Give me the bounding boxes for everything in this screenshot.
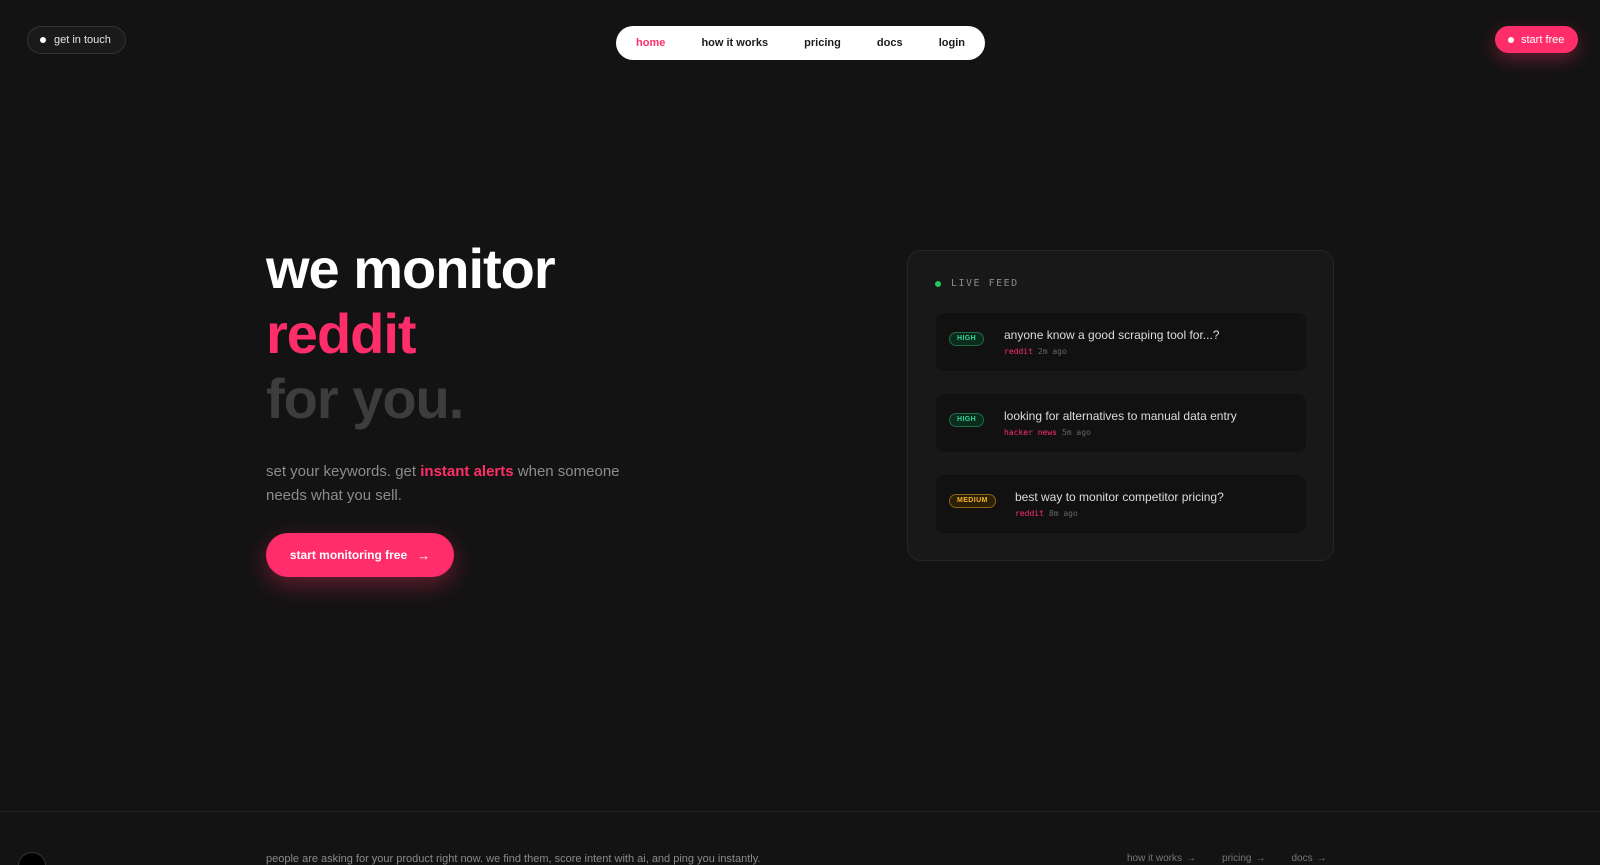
intent-badge: HIGH: [949, 332, 985, 346]
get-in-touch-label: get in touch: [54, 34, 111, 46]
footer-link-pricing[interactable]: pricing →: [1222, 853, 1265, 864]
status-dot-icon: [1508, 36, 1514, 43]
hero-subtitle: set your keywords. get instant alerts wh…: [266, 460, 646, 508]
feed-item[interactable]: HIGH anyone know a good scraping tool fo…: [936, 313, 1306, 371]
footer-tagline: people are asking for your product right…: [266, 853, 761, 865]
start-free-label: start free: [1521, 33, 1565, 46]
nav-pricing[interactable]: pricing: [804, 37, 841, 49]
arrow-right-icon: →: [417, 547, 431, 563]
cta-label: start monitoring free: [289, 548, 408, 562]
get-in-touch-button[interactable]: get in touch: [27, 26, 126, 54]
hero-line-1: we monitor: [266, 237, 556, 300]
feed-item-source: reddit: [1004, 347, 1033, 356]
feed-item-meta: reddit 8m ago: [1015, 509, 1078, 518]
live-feed-title: LIVE FEED: [951, 278, 1019, 289]
feed-item-title: looking for alternatives to manual data …: [1004, 409, 1237, 423]
feed-item-meta: hacker news 5m ago: [1004, 428, 1091, 437]
feed-item[interactable]: MEDIUM best way to monitor competitor pr…: [936, 475, 1306, 533]
main-nav: home how it works pricing docs login: [616, 26, 985, 60]
hero-sub-pre: set your keywords. get: [266, 463, 421, 480]
hero-line-3: for you.: [266, 367, 464, 430]
feed-item-meta: reddit 2m ago: [1004, 347, 1067, 356]
nav-how-it-works[interactable]: how it works: [701, 37, 768, 49]
arrow-right-icon: →: [1186, 853, 1197, 864]
arrow-right-icon: →: [1316, 853, 1327, 864]
nav-home[interactable]: home: [636, 37, 665, 49]
footer-links: how it works → pricing → docs →: [1127, 853, 1327, 864]
footer-divider: [0, 811, 1600, 812]
feed-item-title: anyone know a good scraping tool for...?: [1004, 328, 1220, 342]
footer-link-how-it-works[interactable]: how it works →: [1127, 853, 1196, 864]
hero-title: we monitor reddit for you.: [266, 236, 556, 431]
footer-link-label: pricing: [1222, 853, 1252, 864]
corner-logo-icon[interactable]: [18, 852, 46, 865]
feed-item-source: reddit: [1015, 509, 1044, 518]
footer-link-label: docs: [1291, 853, 1313, 864]
feed-item-title: best way to monitor competitor pricing?: [1015, 490, 1224, 504]
status-dot-icon: [40, 37, 46, 43]
feed-item-time: 2m ago: [1037, 347, 1067, 356]
start-monitoring-button[interactable]: start monitoring free →: [266, 533, 454, 577]
live-feed-card: LIVE FEED HIGH anyone know a good scrapi…: [907, 250, 1334, 561]
nav-login[interactable]: login: [939, 37, 965, 49]
intent-badge: HIGH: [949, 413, 985, 427]
feed-item-time: 8m ago: [1048, 509, 1078, 518]
feed-item-time: 5m ago: [1061, 428, 1091, 437]
footer-link-docs[interactable]: docs →: [1291, 853, 1326, 864]
nav-docs[interactable]: docs: [877, 37, 903, 49]
start-free-button[interactable]: start free: [1495, 26, 1579, 53]
feed-item[interactable]: HIGH looking for alternatives to manual …: [936, 394, 1306, 452]
intent-badge: MEDIUM: [949, 494, 996, 508]
live-feed-header: LIVE FEED: [935, 278, 1019, 289]
hero-sub-highlight: instant alerts: [420, 463, 514, 480]
live-dot-icon: [935, 280, 941, 287]
footer-link-label: how it works: [1127, 853, 1183, 864]
arrow-right-icon: →: [1255, 853, 1266, 864]
hero-line-2: reddit: [266, 302, 417, 365]
feed-item-source: hacker news: [1004, 428, 1057, 437]
